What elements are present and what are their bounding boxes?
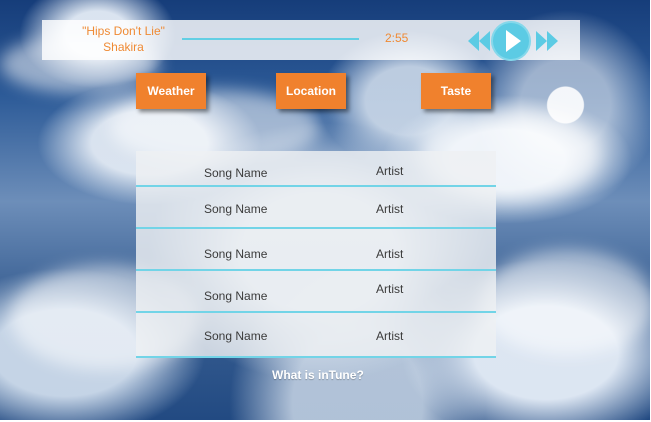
artist-name: Artist [376, 247, 404, 261]
play-icon [506, 30, 521, 52]
song-row[interactable]: Song Name Artist [136, 151, 496, 187]
song-row[interactable]: Song Name Artist [136, 271, 496, 313]
song-list: Song Name Artist Song Name Artist Song N… [136, 151, 496, 358]
taste-button[interactable]: Taste [421, 73, 491, 109]
playback-controls [464, 21, 564, 61]
artist-name: Artist [376, 282, 404, 296]
song-name: Song Name [204, 202, 268, 216]
what-is-intune-link[interactable]: What is inTune? [272, 368, 364, 382]
song-name: Song Name [204, 289, 268, 303]
location-button[interactable]: Location [276, 73, 346, 109]
song-row[interactable]: Song Name Artist [136, 187, 496, 229]
fast-forward-icon[interactable] [534, 27, 562, 55]
weather-button[interactable]: Weather [136, 73, 206, 109]
progress-track[interactable] [182, 38, 359, 40]
artist-name: Artist [376, 164, 404, 178]
song-name: Song Name [204, 247, 268, 261]
elapsed-time: 2:55 [385, 31, 409, 45]
rewind-icon[interactable] [464, 27, 492, 55]
track-info: "Hips Don't Lie" Shakira [72, 23, 175, 55]
song-artist: Shakira [103, 40, 144, 54]
artist-name: Artist [376, 329, 404, 343]
app-background: "Hips Don't Lie" Shakira 2:55 Weather Lo… [0, 0, 650, 420]
song-name: Song Name [204, 166, 268, 180]
song-row[interactable]: Song Name Artist [136, 229, 496, 271]
now-playing-bar: "Hips Don't Lie" Shakira 2:55 [42, 20, 580, 61]
cloud-decoration [480, 250, 650, 355]
song-row[interactable]: Song Name Artist [136, 313, 496, 358]
artist-name: Artist [376, 202, 404, 216]
play-button[interactable] [491, 21, 531, 61]
song-name: Song Name [204, 329, 268, 343]
song-title: "Hips Don't Lie" [82, 24, 165, 38]
